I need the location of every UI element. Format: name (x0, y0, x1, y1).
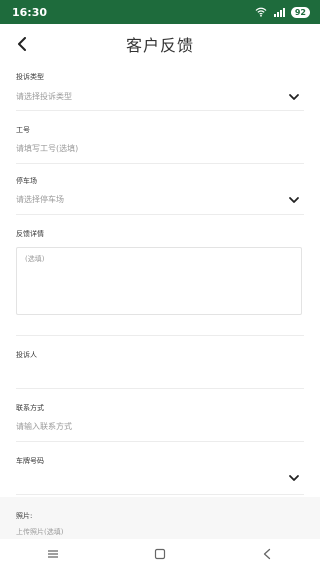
square-icon (154, 548, 166, 560)
employee-id-input[interactable]: 请填写工号(选填) (16, 143, 78, 154)
photo-upload-section: 照片: 上传照片(选填) (0, 497, 320, 539)
details-label: 反馈详情 (16, 230, 44, 238)
complaint-type-label: 投诉类型 (16, 73, 44, 81)
system-nav-bar (0, 539, 320, 569)
page-title: 客户反馈 (125, 36, 194, 55)
contact-input[interactable]: 请输入联系方式 (16, 421, 72, 432)
app-header: 客户反馈 (0, 24, 320, 64)
employee-id-label: 工号 (16, 126, 30, 134)
contact-field: 联系方式 请输入联系方式 (16, 389, 304, 442)
details-field: 反馈详情 (选填) (16, 215, 304, 336)
nav-home-button[interactable] (146, 542, 174, 566)
parking-lot-select[interactable]: 请选择停车场 (16, 194, 64, 205)
nav-menu-button[interactable] (39, 542, 67, 566)
details-placeholder: (选填) (25, 255, 45, 263)
chevron-down-icon[interactable] (288, 196, 300, 204)
employee-id-field: 工号 请填写工号(选填) (16, 111, 304, 164)
nav-back-button[interactable] (253, 542, 281, 566)
chevron-left-icon (18, 37, 26, 51)
parking-lot-field[interactable]: 停车场 请选择停车场 (16, 164, 304, 215)
complainant-input[interactable] (16, 368, 296, 380)
details-textarea[interactable]: (选填) (16, 247, 302, 315)
plate-input[interactable] (16, 474, 276, 486)
chevron-down-icon[interactable] (288, 93, 300, 101)
status-time: 16:30 (12, 5, 48, 19)
back-button[interactable] (8, 30, 36, 58)
chevron-down-icon[interactable] (288, 474, 300, 482)
photo-upload-hint[interactable]: 上传照片(选填) (16, 527, 63, 537)
contact-label: 联系方式 (16, 404, 44, 412)
plate-field[interactable]: 车牌号码 (16, 442, 304, 495)
parking-lot-label: 停车场 (16, 177, 37, 185)
complainant-field: 投诉人 (16, 336, 304, 389)
photos-label: 照片: (16, 512, 33, 520)
menu-icon (48, 550, 59, 558)
complainant-label: 投诉人 (16, 351, 37, 359)
complaint-type-select[interactable]: 请选择投诉类型 (16, 91, 72, 102)
status-bar: 16:30 92 (0, 0, 320, 24)
status-icons: 92 (255, 6, 310, 18)
signal-icon (273, 8, 285, 17)
feedback-form: 投诉类型 请选择投诉类型 工号 请填写工号(选填) 停车场 请选择停车场 反馈详… (0, 64, 320, 495)
wifi-icon (255, 7, 267, 17)
triangle-left-icon (263, 548, 270, 560)
plate-label: 车牌号码 (16, 457, 44, 465)
battery-indicator: 92 (290, 6, 310, 18)
complaint-type-field[interactable]: 投诉类型 请选择投诉类型 (16, 64, 304, 111)
